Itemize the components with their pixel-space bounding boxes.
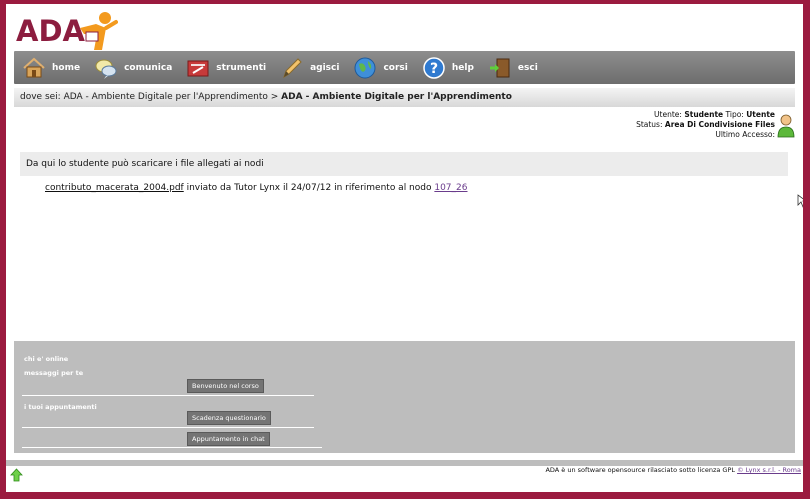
footer-license: ADA è un software opensource rilasciato … [545,466,738,474]
nav-help[interactable]: ? help [422,51,474,84]
message-benvenuto-button[interactable]: Benvenuto nel corso [187,379,264,393]
footer-text: ADA è un software opensource rilasciato … [545,466,801,474]
exit-door-icon [489,58,510,77]
file-entry: contributo_macerata_2004.pdf inviato da … [45,183,468,193]
nav-strumenti-label: strumenti [216,62,267,73]
utente-label: Utente: [654,110,682,119]
tipo-label: Tipo: [725,110,744,119]
logo-figure-icon [80,12,118,50]
node-link[interactable]: 107_26 [434,183,467,193]
home-icon [23,57,45,77]
chi-e-online-label: chi e' online [24,355,69,363]
nav-help-label: help [451,62,474,73]
user-avatar-icon[interactable] [777,114,795,138]
nav-home[interactable]: home [22,51,80,84]
appuntamenti-label: i tuoi appuntamenti [24,403,97,411]
nav-corsi[interactable]: corsi [353,51,408,84]
breadcrumb-prefix: dove sei: ADA - Ambiente Digitale per l'… [20,92,282,102]
divider [22,427,314,428]
bottom-panel: chi e' online messaggi per te Benvenuto … [14,341,795,453]
help-icon: ? [423,56,445,79]
appointment-chat-button[interactable]: Appuntamento in chat [187,432,270,446]
svg-text:?: ? [430,61,438,77]
globe-icon [354,57,376,78]
nav-home-label: home [52,62,81,73]
appointment-questionario-button[interactable]: Scadenza questionario [187,411,271,425]
arrow-up-icon[interactable] [10,468,23,482]
user-status-panel: Utente: Studente Tipo: Utente Status: Ar… [636,110,775,140]
nav-strumenti[interactable]: strumenti [186,51,266,84]
file-download-link[interactable]: contributo_macerata_2004.pdf [45,183,184,193]
mouse-cursor-icon [797,194,803,208]
utente-value: Studente [684,110,724,119]
breadcrumb-current: ADA - Ambiente Digitale per l'Apprendime… [281,92,512,102]
file-description: inviato da Tutor Lynx il 24/07/12 in rif… [183,183,435,193]
nav-esci[interactable]: esci [488,51,538,84]
tipo-value: Utente [746,110,775,119]
content-header: Da qui lo studente può scaricare i file … [20,152,788,176]
tools-icon [187,60,209,76]
nav-agisci-label: agisci [310,62,340,73]
divider [22,395,314,396]
nav-esci-label: esci [517,62,538,73]
main-navbar: home comunica strumenti agisci corsi ? h… [14,51,795,84]
nav-agisci[interactable]: agisci [280,51,339,84]
breadcrumb: dove sei: ADA - Ambiente Digitale per l'… [14,88,795,107]
divider [22,447,322,448]
nav-corsi-label: corsi [383,62,408,73]
messaggi-label: messaggi per te [24,369,84,377]
chat-bubble-icon [95,59,117,79]
pencil-icon [283,57,302,78]
page-frame: ADA home comunica strumenti agisci corsi… [6,4,803,492]
nav-comunica[interactable]: comunica [94,51,172,84]
ultimo-accesso-label: Ultimo Accesso: [715,130,775,139]
footer-lynx-link[interactable]: © Lynx s.r.l. - Roma [737,466,801,474]
nav-comunica-label: comunica [124,62,173,73]
status-label: Status: [636,120,663,129]
status-value: Area Di Condivisione Files [664,120,775,129]
